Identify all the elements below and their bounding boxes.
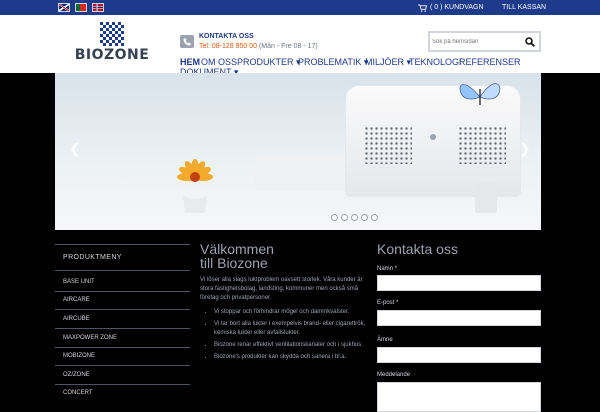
- divider: [55, 384, 190, 385]
- slider-dot-3[interactable]: [351, 214, 358, 221]
- search-icon: [524, 36, 535, 47]
- slider-next-button[interactable]: ❯: [519, 141, 531, 157]
- sidebar-item-aircare[interactable]: AIRCARE: [63, 297, 90, 303]
- opening-hours: (Mån - Fre 08 - 17): [258, 43, 318, 50]
- site-header: BIOZONE KONTAKTA OSS Tel: 08-128 950 00 …: [0, 15, 600, 77]
- email-field[interactable]: [377, 310, 541, 326]
- cart-link[interactable]: ( 0 ) KUNDVAGN: [418, 0, 484, 15]
- sidebar-item-base-unit[interactable]: BASE UNIT: [63, 279, 95, 285]
- nav-item-miljoer[interactable]: MILJÖER ▾: [365, 57, 411, 68]
- sidebar-item-aircube[interactable]: AIRCUBE: [63, 316, 90, 322]
- flag-portugal-icon[interactable]: [75, 3, 87, 12]
- slider-prev-button[interactable]: ❮: [69, 141, 81, 157]
- divider: [55, 270, 190, 271]
- message-label: Meddelande: [377, 372, 411, 378]
- welcome-intro: Vi löser alla slags luktproblem oavsett …: [200, 277, 363, 301]
- nav-item-teknologi[interactable]: TEKNOLOGI: [409, 57, 462, 67]
- nav-item-referenser[interactable]: REFERENSER: [459, 57, 521, 67]
- checkout-link[interactable]: TILL KASSAN: [502, 0, 546, 15]
- phone-icon: [180, 35, 194, 48]
- contact-title: KONTAKTA OSS: [199, 33, 254, 40]
- device-button: [430, 134, 436, 140]
- divider: [55, 347, 190, 348]
- list-item: Vi stoppar och förhindrar mögel och damm…: [214, 308, 370, 317]
- divider: [55, 244, 190, 245]
- slider-dot-5[interactable]: [371, 214, 378, 221]
- product-menu-title: PRODUKTMENY: [63, 254, 122, 261]
- divider: [55, 328, 190, 329]
- top-bar: ( 0 ) KUNDVAGN TILL KASSAN: [0, 0, 600, 15]
- plug-unit-image: [475, 183, 497, 213]
- vent-grille-left: [364, 126, 412, 164]
- flower-image: [177, 159, 213, 213]
- nav-item-om-oss[interactable]: OM OSS: [201, 57, 237, 67]
- phone-number[interactable]: Tel: 08-128 950 00: [199, 43, 257, 50]
- list-item: Biozone renar effektivt ventilationskana…: [214, 341, 370, 350]
- nav-item-problematik[interactable]: PROBLEMATIK ▾: [298, 57, 368, 68]
- contact-form-title: Kontakta oss: [377, 241, 458, 257]
- nav-item-produkter[interactable]: PRODUKTER ▾: [237, 57, 301, 68]
- logo-checker-mark: [100, 22, 124, 46]
- subject-label: Ämne: [377, 337, 393, 343]
- sidebar-item-concert[interactable]: CONCERT: [63, 390, 93, 396]
- divider: [55, 365, 190, 366]
- search-button[interactable]: [523, 35, 536, 48]
- list-item: Biozone's produkter kan skydda och saner…: [214, 353, 370, 362]
- sidebar-item-mobizone[interactable]: MOBIZONE: [63, 353, 95, 359]
- search-box: [428, 31, 541, 52]
- hero-slider: ❮ ❯: [55, 73, 541, 230]
- divider: [55, 291, 190, 292]
- cart-label: ( 0 ) KUNDVAGN: [430, 4, 484, 11]
- search-input[interactable]: [432, 35, 520, 48]
- slider-pager: [331, 214, 378, 221]
- slider-dot-4[interactable]: [361, 214, 368, 221]
- divider: [55, 309, 190, 310]
- subject-field[interactable]: [377, 347, 541, 363]
- welcome-title: Välkommen till Biozone: [200, 242, 370, 270]
- biozone-logo[interactable]: BIOZONE: [72, 22, 152, 70]
- welcome-bullets: Vi stoppar och förhindrar mögel och damm…: [200, 308, 370, 362]
- sidebar-item-oz-zone[interactable]: OZ/ZONE: [63, 372, 90, 378]
- contact-details: Tel: 08-128 950 00 (Mån - Fre 08 - 17): [199, 43, 318, 50]
- main-content: PRODUKTMENY BASE UNIT AIRCARE AIRCUBE MA…: [0, 230, 600, 412]
- butterfly-image: [459, 83, 501, 105]
- welcome-title-line2: till Biozone: [200, 255, 268, 271]
- slider-dot-1[interactable]: [331, 214, 338, 221]
- nav-item-hem[interactable]: HEM: [180, 57, 200, 67]
- welcome-section: Välkommen till Biozone Vi löser alla sla…: [200, 242, 370, 365]
- slider-dot-2[interactable]: [341, 214, 348, 221]
- contact-form: Kontakta oss Namn * E-post * Ämne Meddel…: [377, 241, 541, 412]
- message-field[interactable]: [377, 382, 541, 412]
- flag-norway-icon[interactable]: [92, 3, 104, 12]
- list-item: Vi tar bort alla lukter i exempelvis bra…: [214, 320, 370, 338]
- vent-grille-right: [458, 126, 506, 164]
- name-field[interactable]: [377, 275, 541, 291]
- logo-text: BIOZONE: [74, 47, 150, 63]
- email-label: E-post *: [377, 300, 399, 306]
- name-label: Namn *: [377, 266, 398, 272]
- flag-uk-icon[interactable]: [58, 3, 70, 12]
- sidebar-item-maxpower-zone[interactable]: MAXPOWER ZONE: [63, 335, 117, 341]
- cart-icon: [418, 3, 427, 12]
